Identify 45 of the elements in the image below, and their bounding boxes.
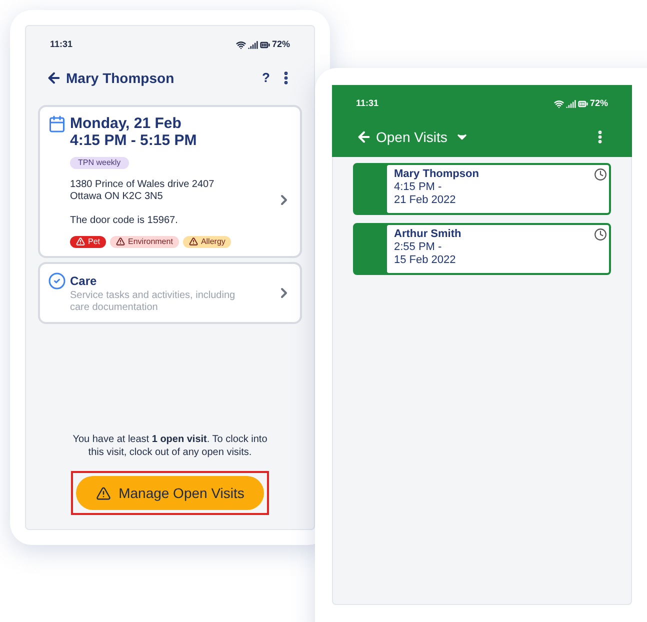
visit-time: 4:15 PM - 5:15 PM	[70, 132, 198, 148]
battery-icon	[260, 40, 270, 50]
help-button[interactable]: ?	[262, 68, 270, 88]
alert-tag: Pet	[70, 236, 106, 248]
visit-date: 21 Feb 2022	[394, 194, 457, 207]
alert-tag: Environment	[110, 236, 179, 248]
visit-name: Arthur Smith	[394, 228, 462, 241]
visit-name: Mary Thompson	[394, 168, 479, 181]
clock-icon	[594, 168, 607, 181]
wifi-icon	[236, 40, 246, 50]
warning-icon	[116, 237, 126, 246]
visit-item[interactable]: Arthur Smith 2:55 PM - 15 Feb 2022	[353, 223, 611, 275]
clock-icon	[594, 228, 607, 241]
manage-open-visits-button[interactable]: Manage Open Visits	[76, 476, 264, 510]
visit-item[interactable]: Mary Thompson 4:15 PM - 21 Feb 2022	[353, 163, 611, 215]
address-line: 1380 Prince of Wales drive 2407	[70, 178, 214, 190]
door-note: The door code is 15967.	[70, 214, 179, 226]
back-button[interactable]	[46, 70, 62, 86]
visit-time: 2:55 PM -	[394, 241, 443, 254]
status-time: 11:31	[50, 38, 73, 51]
check-circle-icon	[48, 272, 66, 290]
address-line: Ottawa ON K2C 3N5	[70, 190, 164, 202]
header-title: Mary Thompson	[66, 68, 174, 88]
visit-card[interactable]: Monday, 21 Feb 4:15 PM - 5:15 PM TPN weekly 1380 Prince of Wales drive 2407 Ottawa ON K2C 3N5 The door code is 15967. Pet Environment Allergy	[38, 104, 302, 258]
battery-percent: 72%	[272, 38, 290, 51]
alert-tag: Allergy	[182, 236, 232, 248]
wifi-icon	[554, 98, 564, 109]
open-visit-message: You have at least 1 open visit. To clock into this visit, clock out of any open visits.	[72, 433, 268, 459]
battery-percent: 72%	[590, 97, 608, 110]
care-title: Care	[70, 272, 98, 290]
visit-date: 15 Feb 2022	[394, 254, 457, 267]
signal-icon	[248, 40, 258, 50]
care-card[interactable]: Care Service tasks and activities, including care documentation	[38, 262, 302, 324]
warning-icon	[188, 237, 198, 246]
visit-badge: TPN weekly	[70, 156, 129, 168]
calendar-icon	[48, 114, 66, 132]
visit-date: Monday, 21 Feb	[70, 114, 182, 132]
warning-icon	[96, 486, 111, 500]
battery-icon	[578, 98, 588, 109]
title-dropdown[interactable]: Open Visits	[376, 126, 470, 148]
care-subtitle: Service tasks and activities, including care documentation	[70, 290, 236, 314]
visit-time: 4:15 PM -	[394, 181, 443, 194]
status-time: 11:31	[356, 97, 379, 110]
warning-icon	[76, 237, 85, 246]
signal-icon	[566, 98, 576, 109]
